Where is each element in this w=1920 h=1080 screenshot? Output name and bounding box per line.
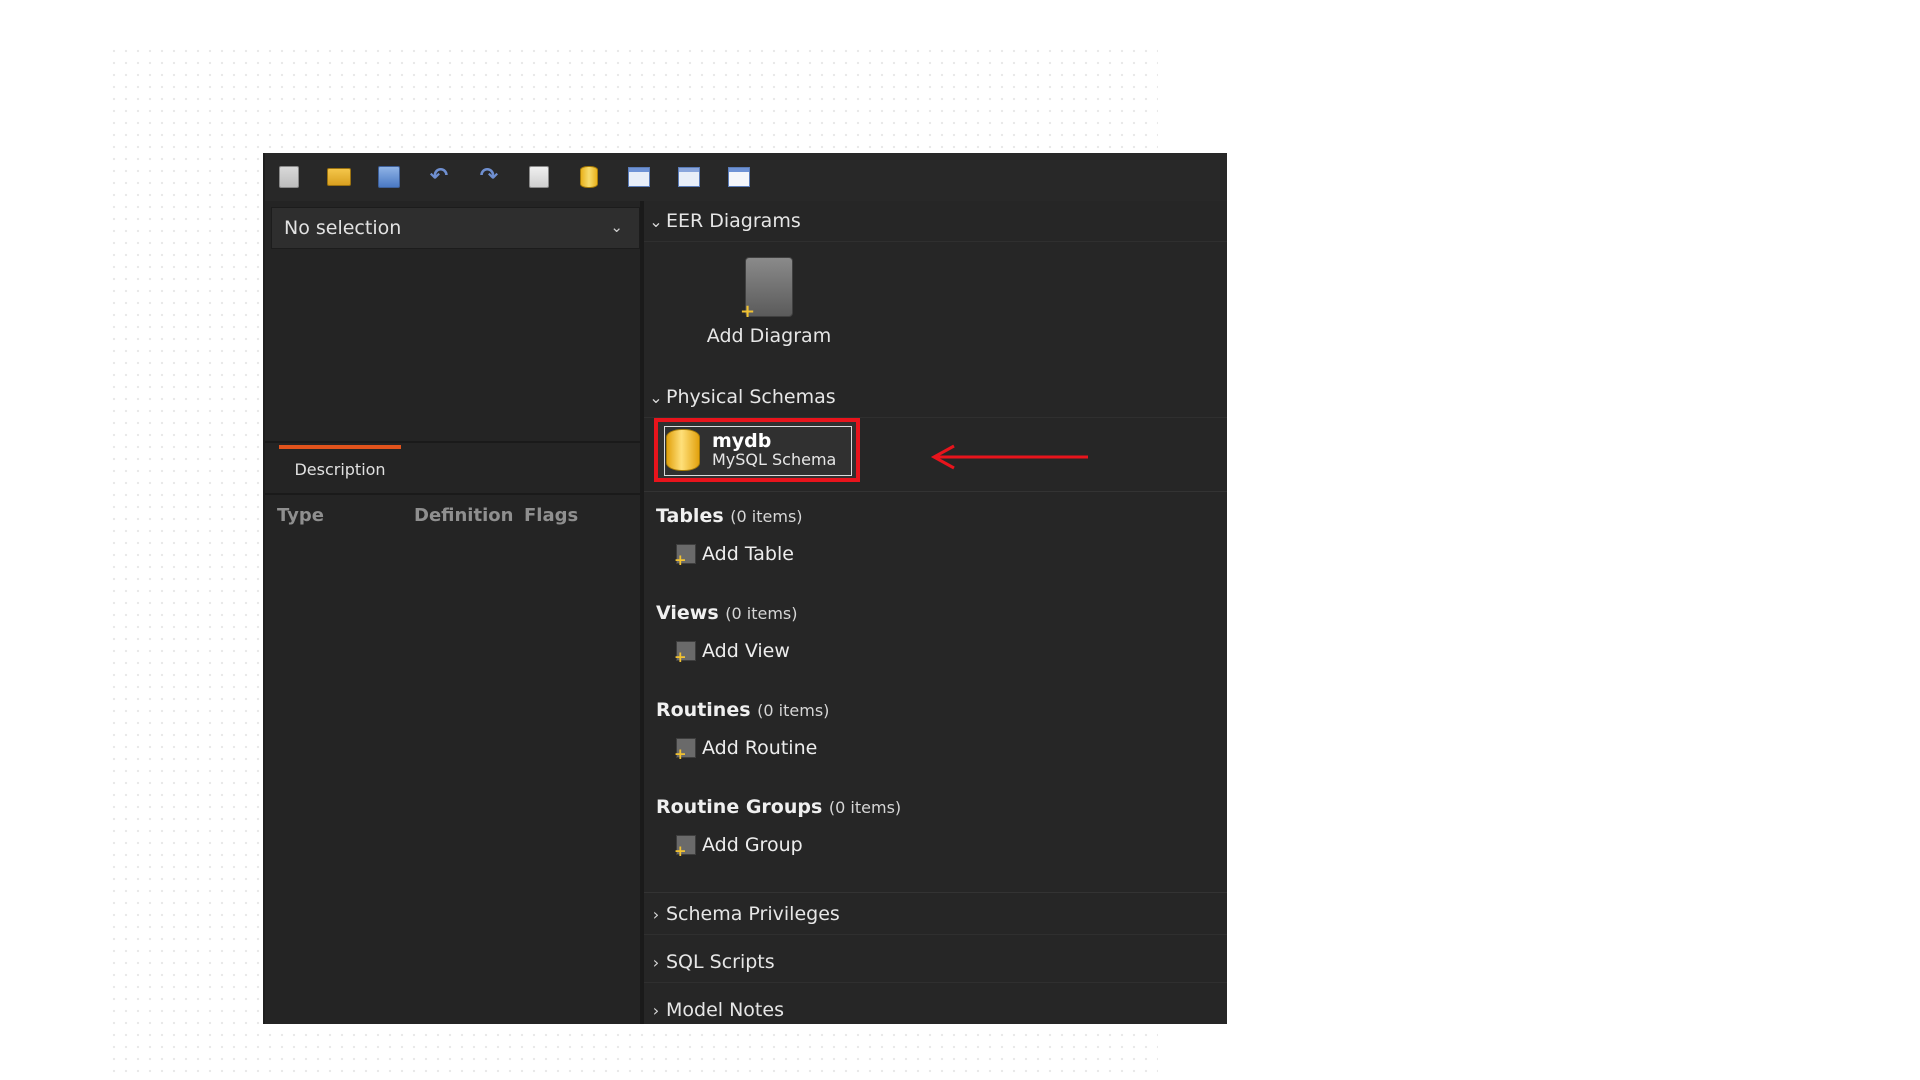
right-panel: ⌄ EER Diagrams + Add Diagram ⌄ Physical … [644,201,1227,1024]
group-routine-groups-title: Routine Groups (0 items) [656,796,901,818]
section-eer-diagrams[interactable]: ⌄ EER Diagrams [644,201,1227,242]
save-icon[interactable] [375,163,403,191]
open-folder-icon[interactable] [325,163,353,191]
divider [644,491,1227,492]
chevron-down-icon: ⌄ [649,387,663,407]
group-count: (0 items) [828,798,902,817]
tab-description[interactable]: Description [279,445,401,489]
add-table-label: Add Table [702,543,794,565]
schema-name: mydb [712,429,772,452]
red-arrow-annotation [930,444,1088,470]
add-group-button[interactable]: Add Group [674,834,803,860]
add-group-icon [674,835,696,860]
add-view-icon[interactable] [675,163,703,191]
divider [265,493,640,495]
left-panel: No selection ⌄ Description Type Definiti… [265,201,640,1024]
add-table-button[interactable]: Add Table [674,543,794,569]
redo-icon[interactable]: ↷ [475,163,503,191]
chevron-down-icon: ⌄ [649,211,663,231]
add-routine-button[interactable]: Add Routine [674,737,818,763]
new-diagram-icon[interactable] [525,163,553,191]
section-schema-privileges[interactable]: › Schema Privileges [644,894,1227,935]
selection-dropdown-value: No selection [284,217,402,239]
section-sql-scripts[interactable]: › SQL Scripts [644,942,1227,983]
add-view-icon [674,641,696,666]
database-icon [666,429,700,471]
section-title: Model Notes [666,999,784,1021]
chevron-right-icon: › [652,904,660,924]
tab-description-label: Description [294,459,386,479]
section-title: EER Diagrams [666,210,801,232]
column-flags: Flags [524,505,579,526]
add-diagram-label: Add Diagram [706,325,832,347]
group-title: Views [656,602,719,624]
section-physical-schemas[interactable]: ⌄ Physical Schemas [644,377,1227,418]
toolbar: ↶ ↷ [265,153,1227,201]
group-routines-title: Routines (0 items) [656,699,829,721]
add-view-button[interactable]: Add View [674,640,790,666]
group-title: Tables [656,505,724,527]
schema-type: MySQL Schema [712,449,837,469]
section-title: Schema Privileges [666,903,840,925]
divider [265,441,640,443]
selection-dropdown[interactable]: No selection ⌄ [271,207,640,249]
column-header: Type Definition Flags [277,501,627,531]
section-title: SQL Scripts [666,951,775,973]
add-table-icon [674,544,696,569]
add-diagram-button[interactable]: + Add Diagram [699,257,839,347]
add-view-label: Add View [702,640,790,662]
group-title: Routine Groups [656,796,823,818]
group-count: (0 items) [757,701,830,720]
add-routine-label: Add Routine [702,737,818,759]
new-document-icon[interactable] [275,163,303,191]
group-views-title: Views (0 items) [656,602,798,624]
column-type: Type [277,505,324,526]
group-count: (0 items) [730,507,803,526]
chevron-down-icon: ⌄ [610,218,623,236]
section-title: Physical Schemas [666,386,836,408]
group-count: (0 items) [725,604,798,623]
add-table-icon[interactable] [625,163,653,191]
group-title: Routines [656,699,751,721]
section-model-notes[interactable]: › Model Notes [644,990,1227,1024]
chevron-right-icon: › [652,952,660,972]
chevron-right-icon: › [652,1000,660,1020]
undo-icon[interactable]: ↶ [425,163,453,191]
divider [644,892,1227,893]
add-routine-icon[interactable] [725,163,753,191]
group-tables-title: Tables (0 items) [656,505,803,527]
schema-tab-mydb[interactable]: mydb MySQL Schema [654,418,860,482]
add-routine-icon [674,738,696,763]
diagram-icon: + [740,257,793,322]
add-schema-icon[interactable] [575,163,603,191]
column-definition: Definition [414,505,514,526]
add-group-label: Add Group [702,834,803,856]
workbench-window: ↶ ↷ No selection ⌄ Description Type Defi… [263,153,1227,1024]
